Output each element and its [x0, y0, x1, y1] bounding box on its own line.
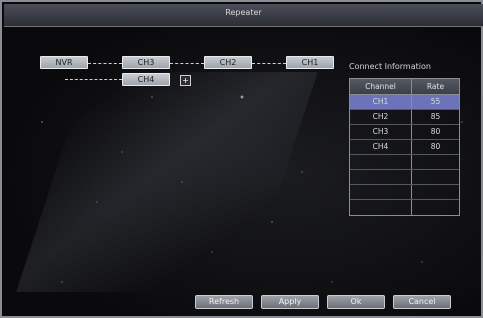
refresh-button[interactable]: Refresh — [195, 295, 253, 309]
connect-info-title: Connect Information — [349, 62, 431, 71]
background-nebula — [16, 72, 318, 292]
table-row-empty — [350, 185, 459, 200]
table-row[interactable]: CH4 80 — [350, 140, 459, 155]
link-nvr-ch4 — [65, 79, 122, 80]
connect-info-table: Channel Rate CH1 55 CH2 85 CH3 80 CH4 80 — [349, 78, 460, 216]
channel-cell: CH3 — [350, 125, 412, 139]
table-row[interactable]: CH2 85 — [350, 110, 459, 125]
table-row-empty — [350, 155, 459, 170]
link-nvr-ch3 — [88, 63, 122, 64]
apply-button[interactable]: Apply — [261, 295, 319, 309]
rate-cell: 80 — [430, 127, 441, 136]
table-header: Channel Rate — [350, 79, 459, 95]
window-title: Repeater — [225, 8, 262, 17]
title-bar: Repeater — [4, 4, 483, 27]
rate-cell: 85 — [430, 112, 441, 121]
link-ch3-ch2 — [170, 63, 204, 64]
node-ch4[interactable]: CH4 — [122, 73, 170, 86]
repeater-window: Repeater NVR CH3 CH2 CH1 CH4 + Connect I… — [0, 0, 483, 318]
channel-cell: CH2 — [350, 110, 412, 124]
node-ch2[interactable]: CH2 — [204, 56, 252, 69]
table-row[interactable]: CH3 80 — [350, 125, 459, 140]
channel-cell: CH4 — [350, 140, 412, 154]
rate-cell: 80 — [430, 142, 441, 151]
ok-button[interactable]: Ok — [327, 295, 385, 309]
channel-cell: CH1 — [350, 95, 412, 109]
link-ch2-ch1 — [252, 63, 286, 64]
expand-icon[interactable]: + — [180, 75, 191, 86]
node-nvr[interactable]: NVR — [40, 56, 88, 69]
node-ch3[interactable]: CH3 — [122, 56, 170, 69]
column-header-rate: Rate — [426, 82, 445, 91]
node-ch1[interactable]: CH1 — [286, 56, 334, 69]
table-row-empty — [350, 200, 459, 215]
table-row[interactable]: CH1 55 — [350, 95, 459, 110]
cancel-button[interactable]: Cancel — [393, 295, 451, 309]
rate-cell: 55 — [430, 97, 441, 106]
table-row-empty — [350, 170, 459, 185]
column-header-channel: Channel — [350, 79, 412, 94]
